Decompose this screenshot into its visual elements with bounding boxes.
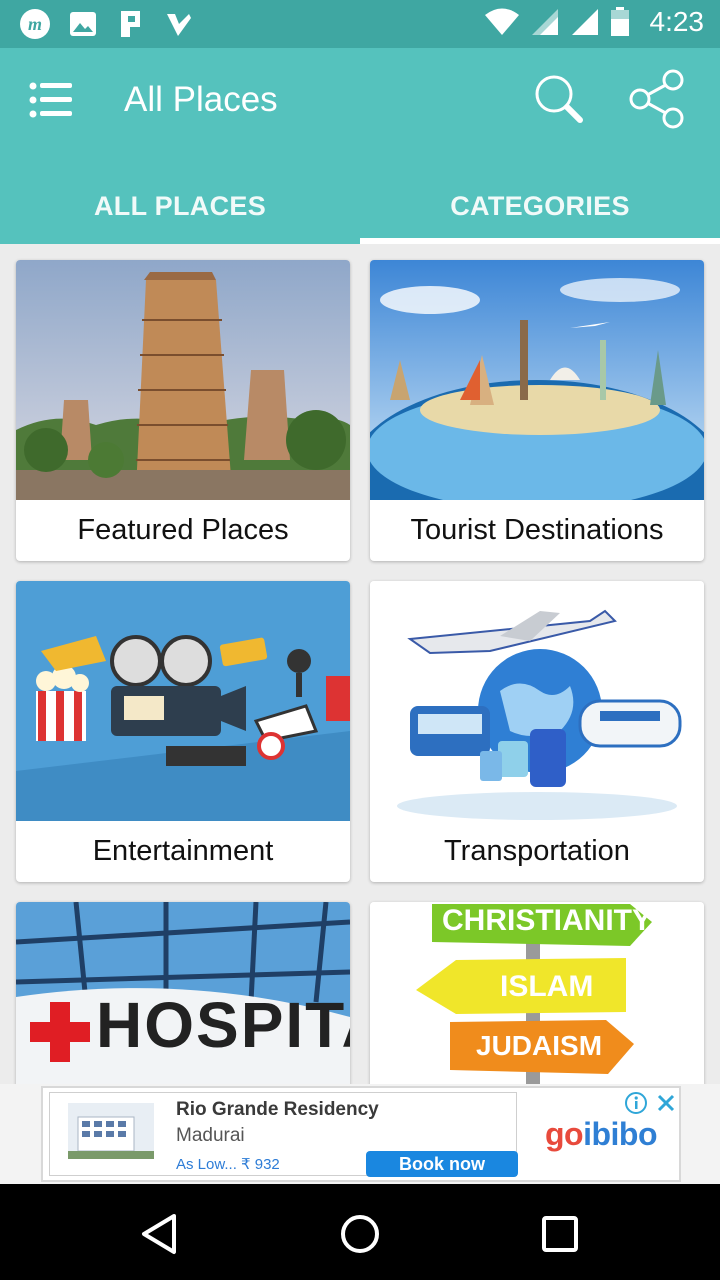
- signal-icon: [571, 9, 598, 35]
- hospital-image: HOSPITA: [16, 902, 350, 1084]
- religion-signpost-image: CHRISTIANITY ISLAM JUDAISM: [370, 902, 704, 1084]
- book-now-button[interactable]: Book now: [366, 1151, 518, 1177]
- status-bar: m 4:23: [0, 0, 720, 48]
- ad-close-icon[interactable]: [655, 1092, 677, 1114]
- category-grid: Featured Places Tourist Destinations Ent…: [0, 244, 720, 1084]
- card-religion[interactable]: CHRISTIANITY ISLAM JUDAISM: [370, 902, 704, 1084]
- ad-container[interactable]: Rio Grande Residency Madurai As Low... ₹…: [41, 1086, 681, 1182]
- ad-title: Rio Grande Residency: [176, 1099, 379, 1120]
- m-app-icon: m: [18, 8, 52, 40]
- brand-go: go: [545, 1116, 584, 1152]
- ad-price: As Low... ₹ 932: [176, 1156, 280, 1173]
- transportation-image: [370, 581, 704, 821]
- card-entertainment[interactable]: Entertainment: [16, 581, 350, 882]
- card-transportation[interactable]: Transportation: [370, 581, 704, 882]
- card-label: Entertainment: [92, 835, 274, 867]
- sign-islam: ISLAM: [500, 970, 594, 1003]
- ad-content[interactable]: Rio Grande Residency Madurai As Low... ₹…: [49, 1092, 518, 1177]
- temple-image: [16, 260, 350, 500]
- card-tourist-destinations[interactable]: Tourist Destinations: [370, 260, 704, 561]
- hotel-image: [68, 1103, 154, 1159]
- hospital-sign-text: HOSPITA: [96, 989, 350, 1061]
- tab-categories[interactable]: CATEGORIES: [360, 168, 720, 244]
- status-time: 4:23: [649, 6, 705, 37]
- navigation-bar: [0, 1184, 720, 1280]
- sign-christianity: CHRISTIANITY: [442, 904, 652, 937]
- sign-judaism: JUDAISM: [476, 1030, 603, 1061]
- share-icon[interactable]: [626, 68, 688, 130]
- card-label: Transportation: [444, 835, 630, 867]
- svg-text:m: m: [28, 14, 42, 34]
- image-icon: [66, 8, 100, 40]
- card-hospital[interactable]: HOSPITA: [16, 902, 350, 1084]
- goibibo-logo: goibibo: [545, 1116, 658, 1153]
- menu-icon[interactable]: [26, 78, 78, 122]
- parking-app-icon: [114, 8, 148, 40]
- app-bar: All Places ALL PLACES CATEGORIES: [0, 48, 720, 244]
- wifi-icon: [484, 8, 519, 35]
- home-icon[interactable]: [338, 1212, 382, 1256]
- ad-banner: Rio Grande Residency Madurai As Low... ₹…: [0, 1084, 720, 1184]
- ad-subtitle: Madurai: [176, 1125, 245, 1146]
- card-featured-places[interactable]: Featured Places: [16, 260, 350, 561]
- recents-icon[interactable]: [538, 1212, 582, 1256]
- entertainment-image: [16, 581, 350, 821]
- tab-all-places[interactable]: ALL PLACES: [0, 168, 360, 244]
- check-app-icon: [162, 8, 196, 40]
- signal-icon: [531, 9, 558, 35]
- search-icon[interactable]: [530, 72, 590, 128]
- tab-bar: ALL PLACES CATEGORIES: [0, 168, 720, 244]
- back-icon[interactable]: [138, 1212, 182, 1256]
- ad-info-icon[interactable]: [625, 1092, 647, 1114]
- card-label: Featured Places: [77, 514, 289, 546]
- brand-ibibo: ibibo: [583, 1116, 658, 1152]
- page-title: All Places: [124, 80, 278, 119]
- battery-icon: [610, 7, 629, 36]
- card-label: Tourist Destinations: [410, 514, 664, 546]
- world-landmarks-image: [370, 260, 704, 500]
